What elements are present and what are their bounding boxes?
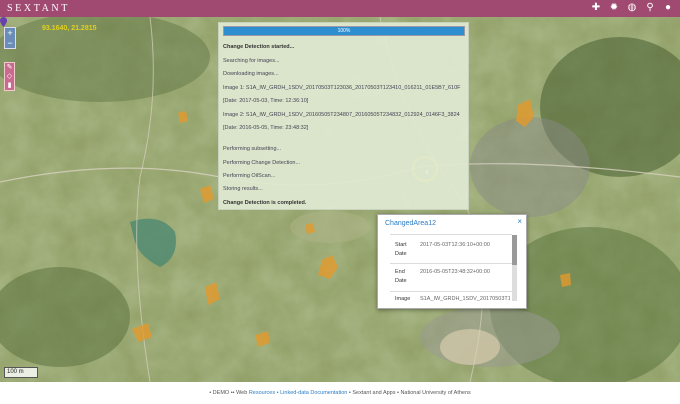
scale-bar: 100 m	[4, 367, 38, 378]
progress-percent: 100%	[337, 28, 351, 34]
log-line: Change Detection is completed.	[223, 200, 307, 206]
coordinate-readout: 93.1640, 21.2815	[42, 25, 97, 32]
gear-icon[interactable]: ✹	[608, 2, 620, 14]
footer-prefix: • DEMO •• Web	[209, 390, 248, 396]
image-label: Image	[395, 296, 411, 302]
divider	[390, 263, 512, 264]
image-value: S1A_IW_GRDH_1SDV_20170503T123036	[420, 296, 510, 302]
end-date-value: 2016-05-05T23:48:32+00:00	[420, 269, 490, 275]
progress-bar: 100%	[223, 26, 465, 36]
top-bar: SEXTANT ✚ ✹ ◍ ⚲ ●	[0, 0, 680, 17]
log-line: Image 2: S1A_IW_GRDH_1SDV_20160505T23480…	[223, 112, 460, 118]
popup-scrollbar[interactable]	[512, 235, 517, 301]
feature-popup: ChangedArea12 × Start Date 2017-05-03T12…	[377, 214, 527, 309]
log-line: Image 1: S1A_IW_GRDH_1SDV_20170503T12303…	[223, 85, 461, 91]
search-icon[interactable]: ⚲	[644, 2, 656, 14]
log-line: Downloading images...	[223, 71, 279, 77]
log-line: Change Detection started...	[223, 44, 295, 50]
divider	[390, 234, 512, 235]
user-icon[interactable]: ●	[662, 2, 674, 14]
zoom-in-button[interactable]: +	[5, 28, 15, 38]
end-date-label: End Date	[395, 269, 407, 284]
divider	[390, 291, 512, 292]
pencil-icon[interactable]: ✎	[5, 63, 14, 72]
app-title: SEXTANT	[7, 3, 70, 14]
popup-title: ChangedArea12	[385, 220, 436, 227]
polygon-icon[interactable]: ◇	[5, 72, 14, 81]
footer: • DEMO •• Web Resources • Linked-data Do…	[0, 382, 680, 400]
globe-icon[interactable]: ◍	[626, 2, 638, 14]
draw-toolbar: ✎ ◇ ▮	[4, 62, 15, 91]
log-line: Performing OilScan...	[223, 173, 276, 179]
start-date-label: Start Date	[395, 242, 407, 257]
footer-suffix: • Sextant and Apps • National University…	[348, 390, 471, 396]
log-line: Storing results...	[223, 186, 263, 192]
zoom-control: + −	[4, 27, 16, 49]
log-line: [Date: 2016-05-05, Time: 23:48:32]	[223, 125, 309, 131]
start-date-value: 2017-05-03T12:36:10+00:00	[420, 242, 490, 248]
log-line: [Date: 2017-05-03, Time: 12:36:10]	[223, 98, 309, 104]
change-detection-progress-panel: 100% Change Detection started... Searchi…	[218, 22, 469, 210]
progress-fill: 100%	[224, 27, 464, 35]
plus-icon[interactable]: ✚	[590, 2, 602, 14]
close-icon[interactable]: ×	[517, 217, 522, 226]
map-marker-icon[interactable]	[0, 17, 7, 27]
trash-icon[interactable]: ▮	[5, 81, 14, 90]
log-line: Performing Change Detection...	[223, 160, 301, 166]
footer-links[interactable]: Resources • Linked-data Documentation	[249, 390, 348, 396]
scrollbar-thumb[interactable]	[512, 235, 517, 265]
zoom-out-button[interactable]: −	[5, 38, 15, 48]
log-line: Performing subsetting...	[223, 146, 282, 152]
log-line: Searching for images...	[223, 58, 280, 64]
